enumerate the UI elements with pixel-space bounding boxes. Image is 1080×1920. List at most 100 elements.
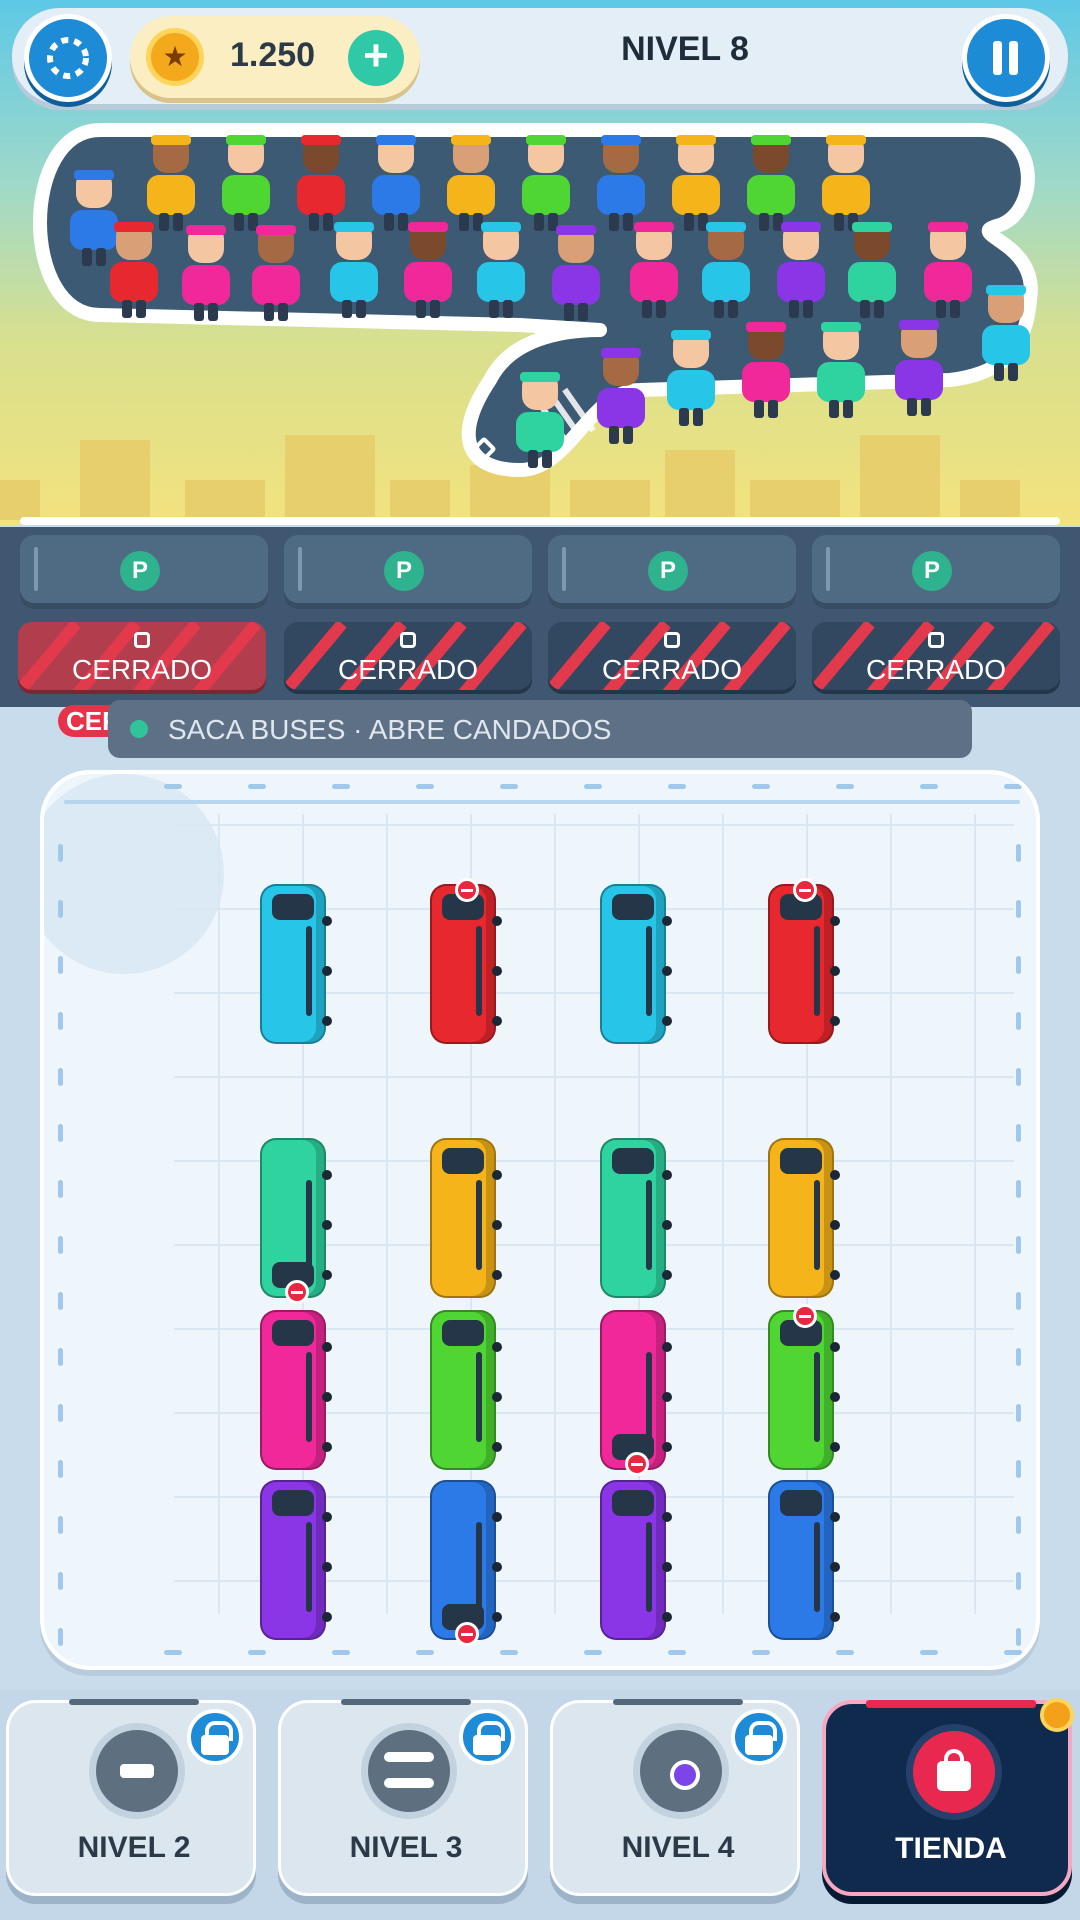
lane-marker [668, 1650, 686, 1655]
add-coins-button[interactable]: + [348, 30, 404, 86]
passenger [370, 135, 422, 235]
pause-button[interactable] [962, 14, 1050, 102]
passenger [745, 135, 797, 235]
bus[interactable] [430, 1480, 502, 1646]
bus[interactable] [768, 1138, 840, 1298]
coin-amount: 1.250 [230, 36, 316, 74]
toggle-icon [361, 1723, 457, 1819]
passenger [220, 135, 272, 235]
locked-slot[interactable]: CERRADO [284, 622, 532, 690]
lane-marker [248, 784, 266, 789]
restart-icon [47, 37, 89, 79]
bus[interactable] [430, 878, 502, 1044]
stop-sign-icon [625, 1452, 649, 1476]
shopping-bag-icon [906, 1724, 1002, 1820]
stop-sign-icon [285, 1280, 309, 1304]
coin-icon: ★ [146, 28, 204, 86]
board-rail [64, 800, 1020, 804]
hint-text: SACA BUSES · ABRE CANDADOS [168, 714, 612, 745]
lane-marker [836, 784, 854, 789]
locked-slot[interactable]: CERRADO [812, 622, 1060, 690]
bus[interactable] [600, 1138, 672, 1298]
parking-slot[interactable]: P [812, 535, 1060, 609]
lane-marker [416, 1650, 434, 1655]
parking-slot[interactable]: P [548, 535, 796, 609]
locked-slot[interactable]: CERRADO [548, 622, 796, 690]
restart-button[interactable] [24, 14, 112, 102]
parking-icon: P [384, 551, 424, 591]
passenger [740, 322, 792, 422]
level-2-card[interactable]: NIVEL 2 [6, 1699, 256, 1896]
lane-marker [920, 1650, 938, 1655]
parking-slot[interactable]: P [20, 535, 268, 609]
bus-board [40, 770, 1040, 1670]
level-4-card[interactable]: NIVEL 4 [550, 1699, 800, 1896]
parking-slot[interactable]: P [284, 535, 532, 609]
passenger [628, 222, 680, 322]
lane-marker [58, 900, 63, 918]
passenger [775, 222, 827, 322]
lock-icon [459, 1709, 515, 1765]
pause-icon [993, 41, 1019, 75]
lane-marker [58, 1348, 63, 1366]
shop-card[interactable]: TIENDA [822, 1698, 1074, 1896]
passenger [670, 135, 722, 235]
bus[interactable] [600, 884, 672, 1044]
bus[interactable] [260, 884, 332, 1044]
passenger [402, 222, 454, 322]
bus[interactable] [260, 1138, 332, 1304]
parking-icon: P [912, 551, 952, 591]
level-3-card[interactable]: NIVEL 3 [278, 1699, 528, 1896]
passenger [980, 285, 1032, 385]
dumbbell-icon [89, 1723, 185, 1819]
lane-marker [1004, 1650, 1022, 1655]
passenger [550, 225, 602, 325]
lane-marker [1016, 1292, 1021, 1310]
lane-marker [752, 1650, 770, 1655]
bus[interactable] [768, 1304, 840, 1470]
stop-sign-icon [455, 878, 479, 902]
lane-marker [920, 784, 938, 789]
lane-marker [1004, 784, 1022, 789]
lane-marker [1016, 1348, 1021, 1366]
lane-marker [58, 956, 63, 974]
lane-marker [584, 784, 602, 789]
passenger [815, 322, 867, 422]
lane-marker [58, 1236, 63, 1254]
grid-line [890, 814, 892, 1614]
parking-icon: P [648, 551, 688, 591]
stop-sign-icon [455, 1622, 479, 1646]
lane-marker [668, 784, 686, 789]
passenger [595, 135, 647, 235]
bus[interactable] [430, 1138, 502, 1298]
stop-sign-icon [793, 1304, 817, 1328]
coin-counter: ★ 1.250 + [130, 16, 420, 98]
bus[interactable] [768, 1480, 840, 1640]
bus[interactable] [600, 1480, 672, 1640]
lock-icon [664, 632, 680, 648]
coin-badge-icon [1040, 1698, 1074, 1732]
lane-marker [416, 784, 434, 789]
lane-marker [58, 1292, 63, 1310]
bus[interactable] [260, 1480, 332, 1640]
locked-label: CERRADO [601, 654, 742, 685]
lane-marker [58, 1572, 63, 1590]
lock-icon [731, 1709, 787, 1765]
bus[interactable] [430, 1310, 502, 1470]
parking-icon: P [120, 551, 160, 591]
bus[interactable] [600, 1310, 672, 1476]
locked-label: CERRADO [71, 654, 212, 685]
bus[interactable] [260, 1310, 332, 1470]
lane-marker [1016, 1404, 1021, 1422]
passenger [514, 372, 566, 472]
hint-dot-icon [130, 720, 148, 738]
hint-banner: SACA BUSES · ABRE CANDADOS [108, 700, 972, 758]
lane-marker [1016, 1236, 1021, 1254]
lane-marker [58, 1068, 63, 1086]
passenger [328, 222, 380, 322]
lane-marker [752, 784, 770, 789]
locked-slot[interactable]: CERRADO [18, 622, 266, 690]
card-label: NIVEL 2 [77, 1831, 191, 1864]
bus[interactable] [768, 878, 840, 1044]
lane-marker [1016, 956, 1021, 974]
